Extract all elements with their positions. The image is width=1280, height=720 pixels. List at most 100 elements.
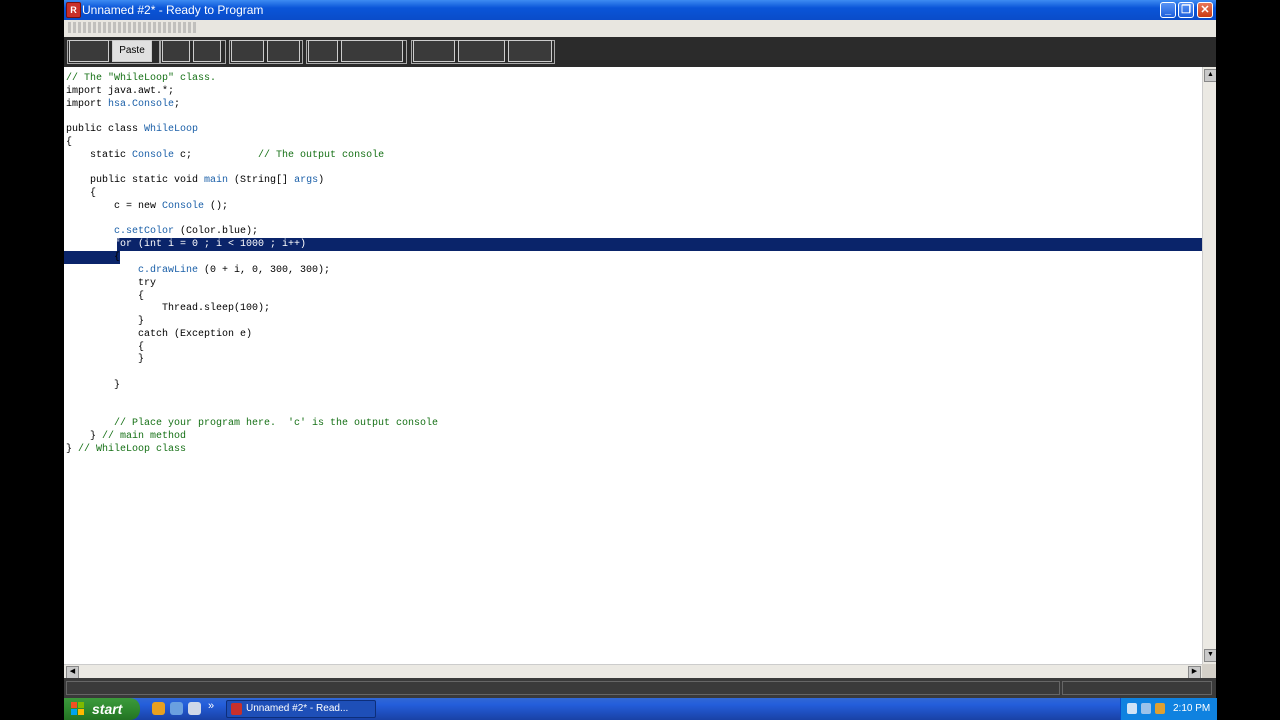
app-window: R Unnamed #2* - Ready to Program _ ❐ ✕ P… <box>64 0 1216 698</box>
code-line[interactable]: Thread.sleep(100); <box>66 302 270 315</box>
code-line[interactable]: } // main method <box>66 430 186 443</box>
code-token: c.drawLine <box>138 265 199 276</box>
status-pane-message <box>66 681 1060 695</box>
code-line[interactable]: import java.awt.*; <box>66 85 174 98</box>
quicklaunch-more-icon[interactable]: » <box>208 700 214 712</box>
quicklaunch-icon-2[interactable] <box>170 702 183 715</box>
vertical-scrollbar[interactable]: ▲ ▼ <box>1202 67 1216 664</box>
code-token: } <box>66 380 121 391</box>
scroll-up-icon[interactable]: ▲ <box>1204 69 1216 82</box>
system-tray: 2:10 PM <box>1120 698 1217 720</box>
toolbar-button-9[interactable] <box>458 40 505 62</box>
paste-button[interactable]: Paste <box>112 40 152 62</box>
toolbar-button-8[interactable] <box>413 40 455 62</box>
code-line[interactable]: static Console c; // The output console <box>66 149 384 162</box>
code-line[interactable]: } <box>66 379 120 392</box>
status-pane-position <box>1062 681 1212 695</box>
toolbar: Paste <box>64 37 1216 68</box>
toolbar-button-3[interactable] <box>193 40 221 62</box>
toolbar-button-5[interactable] <box>267 40 300 62</box>
code-token: { <box>66 188 97 199</box>
taskbar: start » Unnamed #2* - Read... 2:10 PM <box>64 698 1217 720</box>
code-token: (String[] <box>228 175 295 186</box>
close-button[interactable]: ✕ <box>1197 2 1213 18</box>
toolbar-button-6[interactable] <box>308 40 338 62</box>
start-button[interactable]: start <box>64 698 140 720</box>
title-bar[interactable]: R Unnamed #2* - Ready to Program _ ❐ ✕ <box>64 0 1216 20</box>
code-token: try <box>66 278 157 289</box>
code-line[interactable]: { <box>66 136 72 149</box>
toolbar-button-1[interactable] <box>69 40 109 62</box>
status-bar <box>64 678 1216 698</box>
taskbar-item-label: Unnamed #2* - Read... <box>246 703 349 714</box>
code-editor[interactable]: // The "WhileLoop" class. import java.awt… <box>64 67 1202 664</box>
code-token: WhileLoop <box>144 124 199 135</box>
code-token: c.setColor <box>114 226 175 237</box>
code-line[interactable]: { <box>66 187 96 200</box>
code-line[interactable]: c.drawLine (0 + i, 0, 300, 300); <box>66 264 330 277</box>
code-token: { <box>66 252 121 263</box>
code-token: // The output console <box>258 150 385 161</box>
code-token: (0 + i, 0, 300, 300); <box>198 265 331 276</box>
code-token: public static void <box>66 175 205 186</box>
code-line[interactable]: // The "WhileLoop" class. <box>66 72 216 85</box>
scroll-corner <box>1202 664 1216 678</box>
code-line[interactable]: } <box>66 353 144 366</box>
volume-icon[interactable] <box>1141 703 1151 714</box>
toolbar-button-7[interactable] <box>341 40 403 62</box>
code-token: (); <box>204 201 229 212</box>
code-token: } <box>66 431 103 442</box>
toolbar-button-2[interactable] <box>162 40 190 62</box>
taskbar-item-ready-to-program[interactable]: Unnamed #2* - Read... <box>226 700 376 718</box>
code-line[interactable]: catch (Exception e) <box>66 328 252 341</box>
code-token: import java.awt.*; <box>66 86 175 97</box>
window-title: Unnamed #2* - Ready to Program <box>82 3 264 17</box>
minimize-button[interactable]: _ <box>1160 2 1176 18</box>
code-line[interactable]: try <box>66 277 156 290</box>
code-token: main <box>204 175 229 186</box>
ready-to-program-icon[interactable]: R <box>66 2 81 18</box>
code-token: import <box>66 99 109 110</box>
code-token: for (int i = 0 ; i < 1000 ; i++) <box>66 239 307 250</box>
code-token: static <box>66 150 133 161</box>
code-token: Console <box>162 201 205 212</box>
code-line[interactable]: } // WhileLoop class <box>66 443 186 456</box>
code-token: hsa.Console <box>108 99 175 110</box>
code-line[interactable]: for (int i = 0 ; i < 1000 ; i++) <box>66 238 306 251</box>
code-token: } <box>66 444 79 455</box>
code-line[interactable]: } <box>66 315 144 328</box>
code-token: Console <box>132 150 175 161</box>
code-line[interactable]: c = new Console (); <box>66 200 228 213</box>
code-line[interactable]: { <box>66 251 120 264</box>
tray-app-icon[interactable] <box>1155 703 1165 714</box>
code-token: c = new <box>66 201 163 212</box>
menu-items-blurred[interactable] <box>68 22 198 33</box>
scroll-down-icon[interactable]: ▼ <box>1204 649 1216 662</box>
code-line[interactable]: public static void main (String[] args) <box>66 174 324 187</box>
code-line[interactable]: public class WhileLoop <box>66 123 198 136</box>
browser-quicklaunch-icon[interactable] <box>152 702 165 715</box>
toolbar-button-4[interactable] <box>231 40 264 62</box>
ready-to-program-task-icon <box>231 703 242 715</box>
code-token: public class <box>66 124 145 135</box>
network-icon[interactable] <box>1127 703 1137 714</box>
clock: 2:10 PM <box>1173 703 1211 714</box>
toolbar-button-10[interactable] <box>508 40 552 62</box>
code-line[interactable]: // Place your program here. 'c' is the o… <box>66 417 438 430</box>
code-token: ; <box>174 99 181 110</box>
code-token: args <box>294 175 319 186</box>
windows-flag-icon <box>71 702 84 715</box>
code-token: // Place your program here. 'c' is the o… <box>66 418 439 429</box>
code-token: } <box>66 316 145 327</box>
code-token: (Color.blue); <box>174 226 259 237</box>
code-token: ) <box>318 175 325 186</box>
code-token: // The "WhileLoop" class. <box>66 73 217 84</box>
code-token: { <box>66 342 145 353</box>
menu-bar <box>64 20 1216 37</box>
code-line[interactable]: import hsa.Console; <box>66 98 180 111</box>
horizontal-scrollbar[interactable]: ◀ ▶ <box>64 664 1202 679</box>
maximize-button[interactable]: ❐ <box>1178 2 1194 18</box>
quicklaunch-icon-3[interactable] <box>188 702 201 715</box>
code-line[interactable]: c.setColor (Color.blue); <box>66 225 258 238</box>
